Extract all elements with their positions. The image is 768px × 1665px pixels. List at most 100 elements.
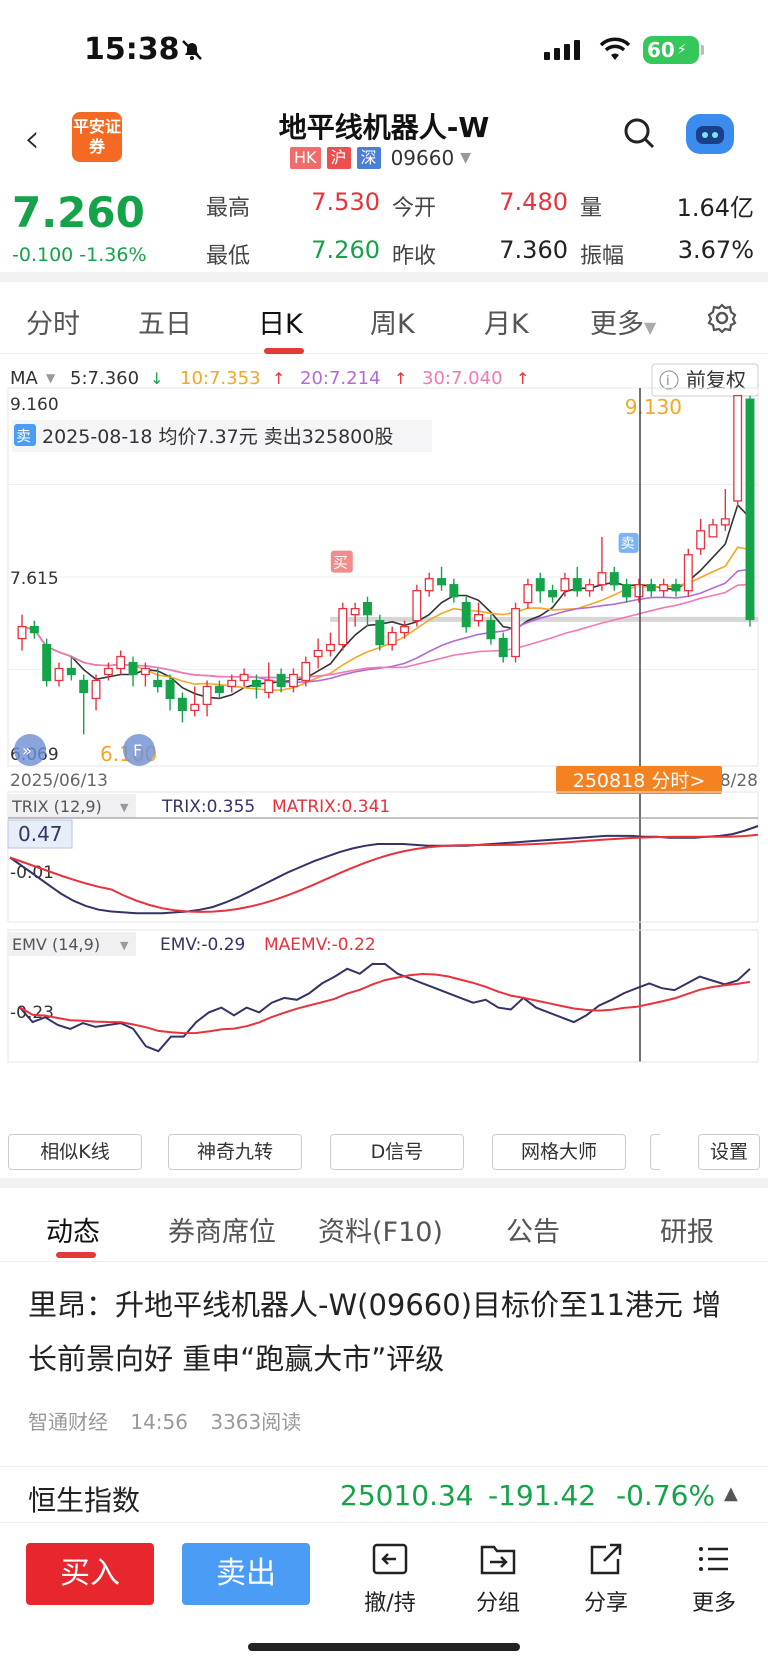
candle-body (597, 572, 607, 586)
candle (646, 578, 656, 597)
news-time: 14:56 (130, 1410, 188, 1434)
group-item[interactable]: 分组 (458, 1541, 538, 1617)
sell-button[interactable]: 卖出 (182, 1543, 310, 1605)
trix-top-value: 0.47 (18, 822, 63, 846)
tab-more[interactable]: 更多▼ (590, 302, 656, 341)
caret-down-icon[interactable]: ▼ (120, 801, 129, 814)
emv-label[interactable]: EMV (14,9) (12, 935, 100, 954)
share-item[interactable]: 分享 (566, 1541, 646, 1617)
high-marker: 9.130 (625, 395, 682, 419)
candle-body (424, 578, 434, 592)
tab-weekly-k[interactable]: 周K (370, 302, 415, 341)
candle-body (646, 584, 656, 592)
tool-magic-nine[interactable]: 神奇九转 (168, 1134, 302, 1170)
candle-body (375, 619, 385, 646)
index-pct: -0.76% (616, 1479, 716, 1512)
candle-body (177, 697, 187, 712)
market-tag-hk: HK (290, 147, 321, 169)
tab-broker-seats[interactable]: 券商席位 (168, 1210, 276, 1249)
candle (560, 572, 570, 597)
candle-body (696, 530, 706, 550)
kline-chart-svg[interactable]: MA ▼ 5:7.360 ↓ 10:7.353 ↑ 20:7.214 ↑ 30:… (0, 356, 768, 1126)
tab-f10[interactable]: 资料(F10) (318, 1210, 443, 1249)
tool-grid-master[interactable]: 网格大师 (492, 1134, 626, 1170)
ai-robot-icon[interactable] (686, 114, 734, 154)
candle (116, 650, 126, 675)
end-date: 8/28 (720, 771, 758, 791)
index-change: -191.42 (488, 1479, 597, 1512)
arrow-up-icon: ↑ (272, 369, 285, 388)
candle-body (671, 584, 681, 592)
news-headline[interactable]: 里昂：升地平线机器人-W(09660)目标价至11港元 增长前景向好 重申“跑赢… (28, 1278, 748, 1386)
candle-body (609, 572, 619, 586)
trix-label[interactable]: TRIX (12,9) (11, 797, 102, 816)
candle-body (338, 608, 348, 646)
sell-marker-text: 卖 (621, 536, 635, 552)
candle-body (91, 679, 101, 700)
kline-chart[interactable]: MA ▼ 5:7.360 ↓ 10:7.353 ↑ 20:7.214 ↑ 30:… (0, 356, 768, 1126)
ma-label[interactable]: MA (10, 368, 39, 389)
buy-button[interactable]: 买入 (26, 1543, 154, 1605)
tool-hidden-partial[interactable] (650, 1134, 660, 1170)
candle-body (29, 625, 39, 634)
indicator-tools: 相似K线 神奇九转 D信号 网格大师 设置 (0, 1134, 768, 1176)
search-icon[interactable] (622, 116, 656, 150)
divider (0, 272, 768, 282)
tab-research[interactable]: 研报 (660, 1210, 714, 1249)
candle (424, 572, 434, 597)
amplitude-label: 振幅 (580, 244, 625, 269)
candle (79, 674, 89, 735)
kline-period-tabs: 分时 五日 日K 周K 月K 更多▼ (0, 282, 768, 354)
candle (29, 620, 39, 639)
candle (523, 578, 533, 609)
change-value: -0.100 (12, 244, 74, 266)
y-max-label: 9.160 (10, 395, 59, 415)
buy-marker-text: 买 (333, 554, 348, 572)
candle-body (461, 602, 471, 628)
more-item[interactable]: 更多 (674, 1541, 754, 1617)
maemv-value: MAEMV:-0.22 (264, 935, 376, 955)
caret-up-icon[interactable]: ▲ (724, 1483, 738, 1504)
candle-body (387, 631, 397, 646)
tab-monthly-k[interactable]: 月K (484, 302, 529, 341)
cancel-hold-label: 撤/持 (364, 1591, 416, 1616)
candle (17, 614, 27, 651)
sell-tag-text: 卖 (16, 427, 31, 445)
candle-body (572, 578, 582, 592)
candle-body (634, 584, 644, 598)
candle (671, 578, 681, 597)
tool-d-signal[interactable]: D信号 (330, 1134, 464, 1170)
candle (474, 602, 484, 627)
cancel-hold-item[interactable]: 撤/持 (350, 1541, 430, 1617)
candle (177, 692, 187, 723)
emv-value: EMV:-0.29 (160, 935, 245, 955)
candle-body (42, 643, 52, 682)
chevron-double-right-icon[interactable]: » (22, 741, 32, 760)
candle-body (288, 673, 298, 688)
gear-icon[interactable] (706, 302, 738, 334)
index-ticker[interactable]: 恒生指数 25010.34 -191.42 -0.76% ▲ (0, 1466, 768, 1522)
stock-code[interactable]: 09660 (391, 146, 455, 170)
candle-body (103, 667, 113, 676)
tab-five-day[interactable]: 五日 (138, 302, 192, 341)
tool-settings[interactable]: 设置 (698, 1134, 760, 1170)
caret-down-icon[interactable]: ▼ (120, 939, 129, 952)
caret-down-icon[interactable]: ▼ (460, 150, 471, 166)
tool-similar-k[interactable]: 相似K线 (8, 1134, 142, 1170)
cursor-date-label[interactable]: 250818 分时> (573, 770, 706, 792)
candle (609, 566, 619, 591)
candle (190, 686, 200, 717)
candle-body (523, 584, 533, 604)
candle-body (474, 613, 484, 622)
tab-intraday[interactable]: 分时 (26, 302, 80, 341)
candle-body (202, 685, 212, 706)
tab-announcements[interactable]: 公告 (506, 1210, 560, 1249)
trade-markers: 买卖 (330, 532, 639, 573)
tab-daily-k[interactable]: 日K (258, 302, 303, 341)
menu-list-icon (699, 1547, 728, 1571)
battery-indicator: 60 ⚡ (643, 36, 704, 64)
candle-body (659, 584, 669, 592)
candle (264, 662, 274, 699)
tab-news[interactable]: 动态 (46, 1210, 100, 1249)
more-label: 更多 (691, 1591, 736, 1616)
